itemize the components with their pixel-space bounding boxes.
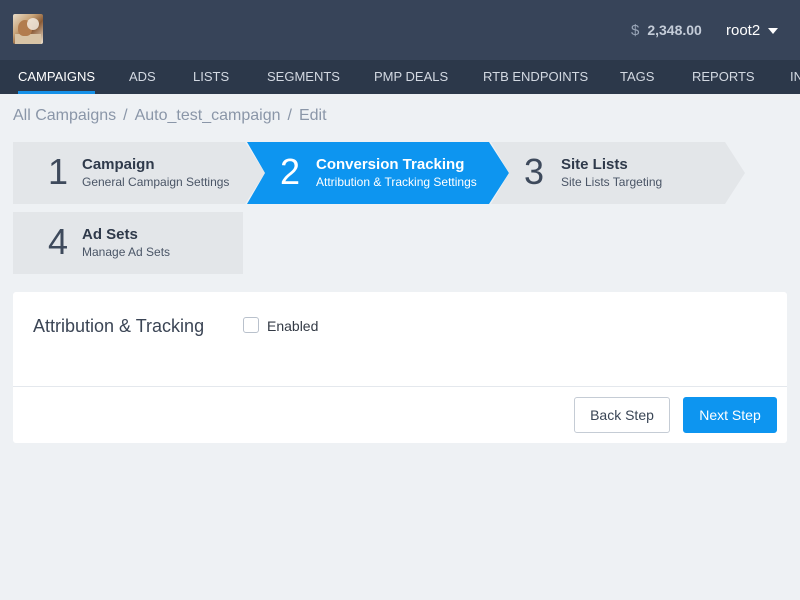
step-subtitle: Attribution & Tracking Settings: [316, 175, 477, 189]
nav-pmp-deals[interactable]: PMP DEALS: [374, 60, 448, 94]
main-nav: CAMPAIGNS ADS LISTS SEGMENTS PMP DEALS R…: [0, 60, 800, 94]
enabled-label[interactable]: Enabled: [267, 318, 318, 334]
step-number: 3: [524, 151, 545, 192]
step-title: Campaign: [82, 156, 155, 173]
user-menu[interactable]: root2: [726, 22, 779, 39]
breadcrumb-separator: /: [287, 107, 292, 124]
nav-ads[interactable]: ADS: [129, 60, 156, 94]
attribution-card: Attribution & Tracking Enabled Back Step…: [13, 292, 787, 443]
next-step-button[interactable]: Next Step: [683, 397, 777, 433]
balance-value: 2,348.00: [647, 22, 702, 38]
enabled-checkbox[interactable]: [243, 317, 259, 333]
nav-tags[interactable]: TAGS: [620, 60, 654, 94]
step-title: Site Lists: [561, 156, 628, 173]
step-subtitle: General Campaign Settings: [82, 175, 230, 189]
nav-segments[interactable]: SEGMENTS: [267, 60, 340, 94]
nav-reports[interactable]: REPORTS: [692, 60, 755, 94]
step-campaign[interactable]: 1 Campaign General Campaign Settings: [13, 142, 265, 204]
step-conversion-tracking[interactable]: 2 Conversion Tracking Attribution & Trac…: [247, 142, 509, 204]
nav-campaigns[interactable]: CAMPAIGNS: [18, 60, 96, 94]
step-number: 2: [280, 151, 301, 192]
step-site-lists[interactable]: 3 Site Lists Site Lists Targeting: [491, 142, 745, 204]
step-title: Ad Sets: [82, 226, 138, 243]
breadcrumb: All Campaigns / Auto_test_campaign / Edit: [13, 107, 327, 125]
breadcrumb-separator: /: [123, 107, 128, 124]
avatar[interactable]: [13, 14, 43, 44]
breadcrumb-current: Edit: [298, 107, 327, 124]
breadcrumb-campaign[interactable]: Auto_test_campaign: [135, 107, 281, 124]
nav-lists[interactable]: LISTS: [193, 60, 229, 94]
dollar-icon: $: [631, 22, 640, 39]
back-step-button[interactable]: Back Step: [574, 397, 670, 433]
section-title: Attribution & Tracking: [33, 316, 205, 336]
step-number: 4: [48, 221, 69, 262]
step-subtitle: Manage Ad Sets: [82, 245, 171, 259]
step-ad-sets[interactable]: 4 Ad Sets Manage Ad Sets: [13, 212, 243, 274]
username: root2: [726, 22, 761, 39]
step-subtitle: Site Lists Targeting: [561, 175, 663, 189]
breadcrumb-all-campaigns[interactable]: All Campaigns: [13, 107, 116, 124]
avatar-image-part: [27, 18, 39, 30]
step-number: 1: [48, 151, 69, 192]
top-bar: $2,348.00 root2: [0, 0, 800, 60]
step-title: Conversion Tracking: [316, 156, 465, 173]
card-divider: [13, 386, 787, 387]
nav-rtb-endpoints[interactable]: RTB ENDPOINTS: [483, 60, 588, 94]
nav-overflow-item[interactable]: IN: [790, 60, 800, 94]
caret-down-icon: [768, 28, 779, 34]
account-balance: $2,348.00: [631, 22, 702, 39]
